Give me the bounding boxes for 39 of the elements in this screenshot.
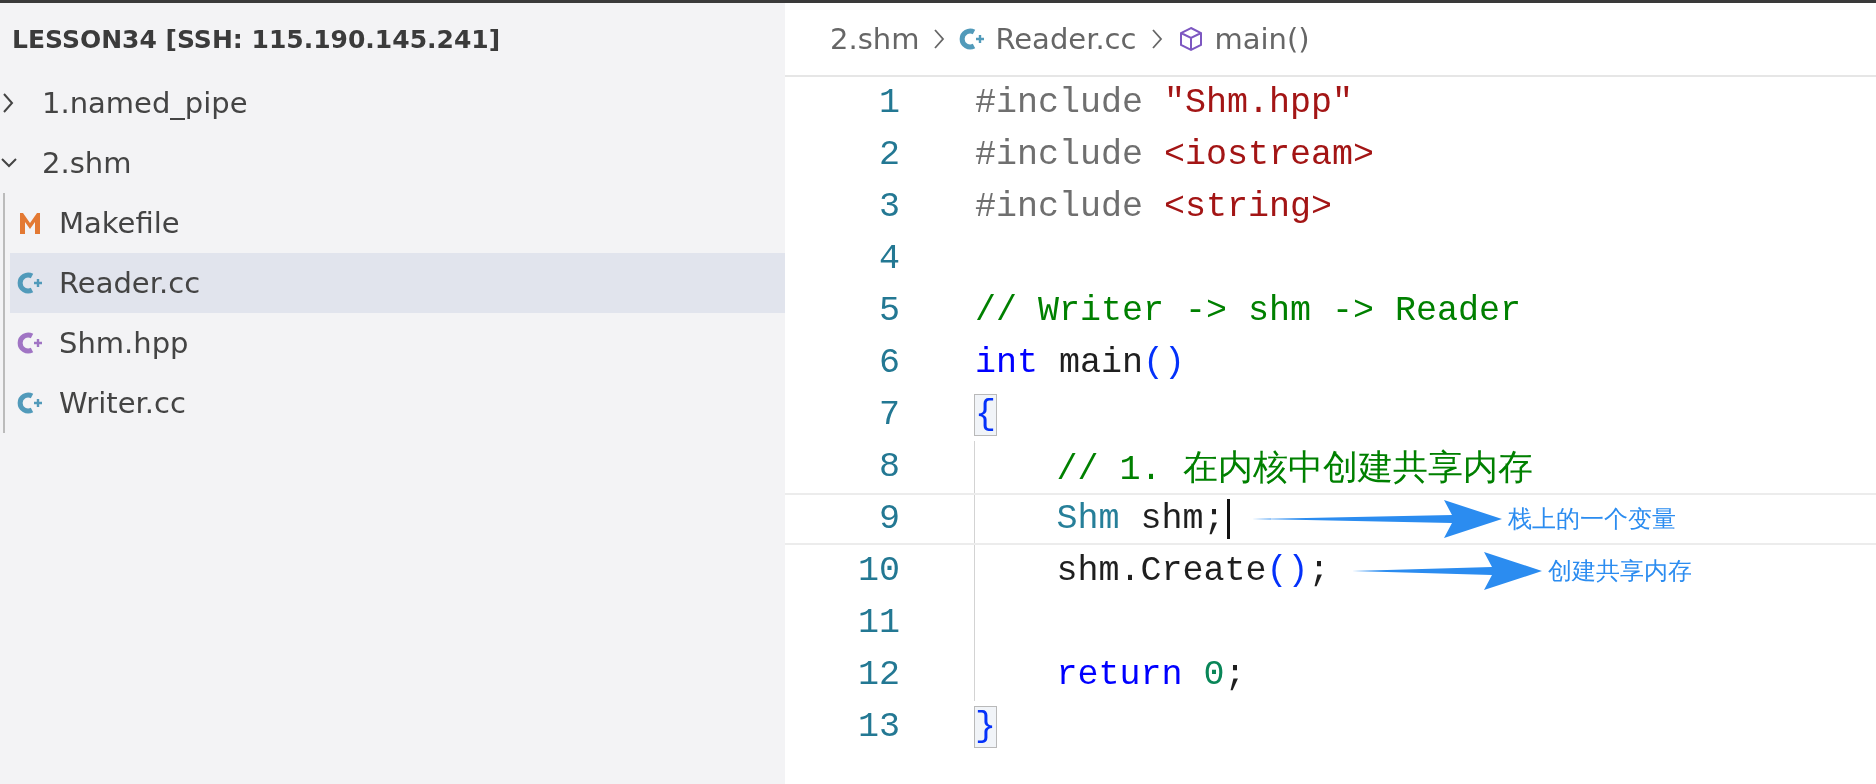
- line-number: 11: [857, 603, 900, 643]
- code-line: return 0;: [1056, 655, 1246, 695]
- code-line: #include "Shm.hpp": [975, 83, 1354, 123]
- file-item[interactable]: Reader.cc: [10, 253, 785, 313]
- code-line: // Writer -> shm -> Reader: [975, 291, 1522, 331]
- line-number: 6: [878, 343, 900, 383]
- cpp-icon: [17, 330, 43, 356]
- file-item[interactable]: Shm.hpp: [5, 313, 785, 373]
- breadcrumb-item[interactable]: Reader.cc: [995, 22, 1137, 56]
- code-line: #include <iostream>: [975, 135, 1375, 175]
- explorer-title: LESSON34 [SSH: 115.190.145.241]: [11, 24, 502, 56]
- folder-item[interactable]: 1.named_pipe: [0, 73, 785, 133]
- folder-item[interactable]: 2.shm: [0, 133, 785, 193]
- line-number: 8: [878, 447, 900, 487]
- breadcrumb-item[interactable]: 2.shm: [830, 22, 920, 56]
- makefile-icon: [17, 210, 43, 236]
- line-number: 5: [878, 291, 900, 331]
- file-item[interactable]: Writer.cc: [5, 373, 785, 433]
- code-line: #include <string>: [975, 187, 1333, 227]
- line-number: 9: [878, 499, 900, 539]
- cpp-icon: [17, 390, 43, 416]
- line-number: 3: [878, 187, 900, 227]
- line-number: 10: [857, 551, 900, 591]
- line-number: 2: [878, 135, 900, 175]
- cpp-icon: [959, 26, 986, 52]
- annotation-text: 栈上的一个变量: [1507, 504, 1676, 535]
- annotation-text: 创建共享内存: [1547, 556, 1692, 587]
- cpp-icon: [17, 270, 43, 296]
- line-number: 13: [857, 707, 900, 747]
- file-item[interactable]: Makefile: [5, 193, 785, 253]
- code-line: // 1. 在内核中创建共享内存: [1056, 448, 1533, 491]
- line-number: 7: [878, 395, 900, 435]
- line-number: 4: [878, 239, 900, 279]
- line-number: 12: [857, 655, 900, 695]
- breadcrumb-item[interactable]: main(): [1214, 22, 1310, 56]
- line-number: 1: [878, 83, 900, 123]
- code-line: shm.Create();: [1056, 551, 1330, 591]
- code-line: Shm shm;: [1056, 499, 1225, 539]
- code-line: int main(): [975, 343, 1186, 383]
